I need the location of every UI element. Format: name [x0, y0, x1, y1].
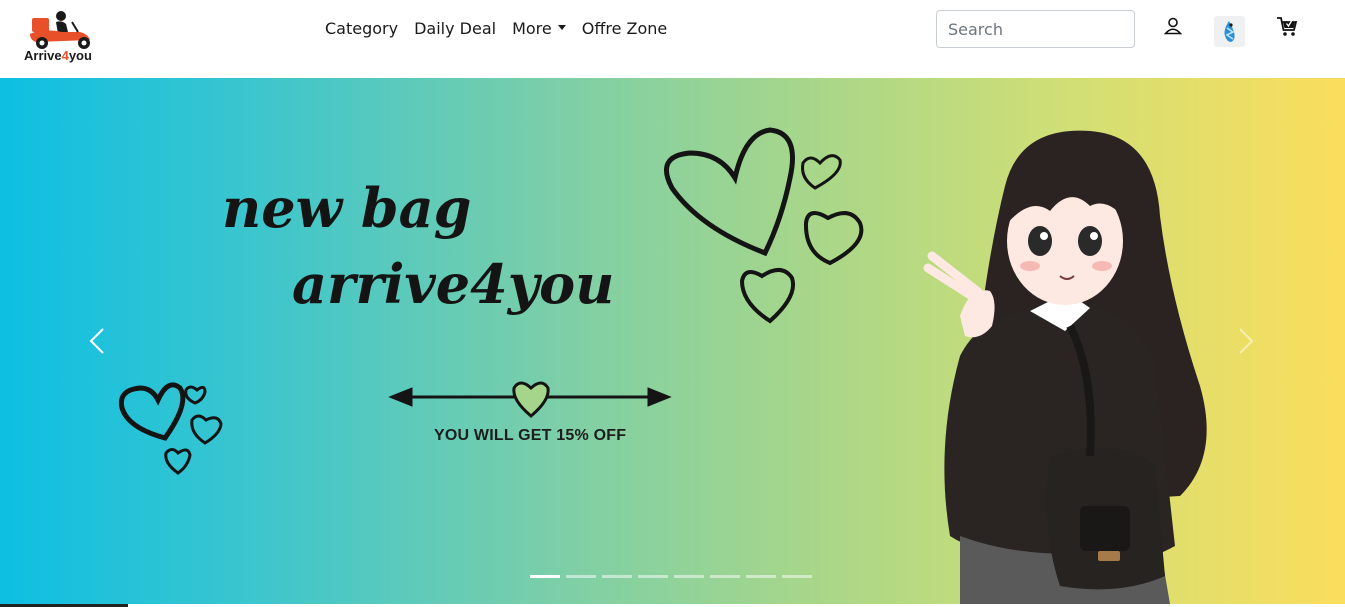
cart-icon[interactable]: [1276, 16, 1298, 38]
slide-title-line2: arrive4you: [292, 252, 615, 316]
caret-down-icon: [557, 25, 566, 30]
girl-with-bag-illustration: [923, 130, 1207, 604]
nav-more-dropdown[interactable]: More: [504, 17, 574, 41]
hero-carousel: new bag arrive4you YOU WILL GET 15% OFF: [0, 78, 1345, 604]
carousel-indicator[interactable]: [566, 575, 596, 578]
user-icon[interactable]: [1164, 17, 1182, 35]
nav-category[interactable]: Category: [325, 17, 406, 41]
carousel-indicator[interactable]: [674, 575, 704, 578]
slide-title: new bag arrive4you: [222, 170, 614, 322]
navbar: Arrive4you Category Daily Deal More Offr…: [0, 0, 1345, 78]
nav-offre-zone[interactable]: Offre Zone: [574, 17, 676, 41]
carousel-indicator[interactable]: [602, 575, 632, 578]
main-nav: Category Daily Deal More Offre Zone: [325, 17, 675, 41]
carousel-indicator[interactable]: [710, 575, 740, 578]
slide-title-line1: new bag: [222, 176, 472, 240]
nav-more-label: More: [512, 19, 552, 38]
nav-daily-deal[interactable]: Daily Deal: [406, 17, 504, 41]
carousel-indicator[interactable]: [746, 575, 776, 578]
carousel-indicator[interactable]: [638, 575, 668, 578]
carousel-indicator[interactable]: [782, 575, 812, 578]
scooter-logo-icon: [30, 11, 90, 49]
slide-subtitle: YOU WILL GET 15% OFF: [434, 427, 627, 444]
chevron-left-icon[interactable]: [84, 326, 114, 356]
drop-logo-icon: [1224, 21, 1235, 42]
brand-name: Arrive4you: [24, 48, 92, 63]
search-input[interactable]: [936, 10, 1135, 48]
carousel-indicators: [530, 575, 812, 578]
chevron-right-icon[interactable]: [1229, 326, 1259, 356]
app-badge-icon[interactable]: [1214, 16, 1245, 47]
brand-logo[interactable]: Arrive4you: [22, 8, 112, 66]
carousel-indicator[interactable]: [530, 575, 560, 578]
